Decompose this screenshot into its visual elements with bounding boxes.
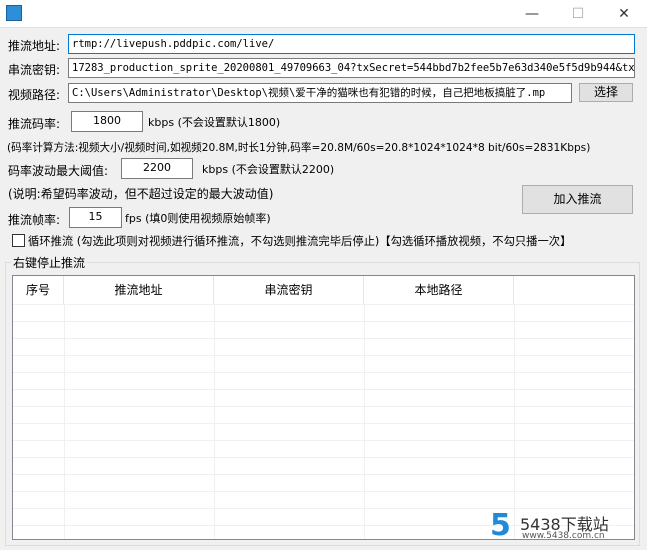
- max-bitrate-hint: kbps (不会设置默认2200): [202, 163, 335, 176]
- loop-checkbox[interactable]: [12, 234, 25, 247]
- minimize-button[interactable]: —: [509, 0, 555, 28]
- stream-key-label: 串流密钥:: [8, 63, 61, 77]
- column-header-index[interactable]: 序号: [13, 276, 64, 304]
- grid-row-line: [13, 508, 634, 509]
- fps-input[interactable]: 15: [69, 207, 122, 228]
- fps-hint: fps (填0则使用视频原始帧率): [125, 212, 271, 225]
- max-bitrate-input[interactable]: 2200: [121, 158, 193, 179]
- maximize-button[interactable]: ☐: [555, 0, 601, 28]
- bitrate-input[interactable]: 1800: [71, 111, 143, 132]
- watermark-logo: 5: [490, 508, 511, 543]
- choose-file-button[interactable]: 选择: [579, 83, 633, 102]
- loop-label: 循环推流 (勾选此项则对视频进行循环推流，不勾选则推流完毕后停止)【勾选循环播放…: [28, 235, 572, 248]
- grid-column-line: [514, 304, 515, 539]
- grid-row-line: [13, 372, 634, 373]
- column-header-push-url[interactable]: 推流地址: [64, 276, 214, 304]
- stream-list[interactable]: 序号 推流地址 串流密钥 本地路径: [12, 275, 635, 540]
- close-button[interactable]: ✕: [601, 0, 647, 28]
- grid-row-line: [13, 457, 634, 458]
- app-icon: [6, 5, 22, 21]
- grid-row-line: [13, 440, 634, 441]
- grid-row-line: [13, 304, 634, 305]
- grid-row-line: [13, 321, 634, 322]
- column-header-local-path[interactable]: 本地路径: [364, 276, 514, 304]
- max-bitrate-note: (说明:希望码率波动，但不超过设定的最大波动值): [8, 187, 274, 201]
- column-header-stream-key[interactable]: 串流密钥: [214, 276, 364, 304]
- grid-column-line: [364, 304, 365, 539]
- max-bitrate-label: 码率波动最大阈值:: [8, 164, 109, 178]
- grid-row-line: [13, 355, 634, 356]
- grid-row-line: [13, 338, 634, 339]
- grid-row-line: [13, 491, 634, 492]
- add-stream-button[interactable]: 加入推流: [522, 185, 633, 214]
- stream-key-input[interactable]: 17283_production_sprite_20200801_4970966…: [68, 58, 635, 78]
- watermark-url: www.5438.com.cn: [522, 531, 605, 541]
- push-url-label: 推流地址:: [8, 39, 61, 53]
- grid-row-line: [13, 423, 634, 424]
- bitrate-formula: (码率计算方法:视频大小/视频时间,如视频20.8M,时长1分钟,码率=20.8…: [7, 142, 591, 154]
- grid-row-line: [13, 474, 634, 475]
- bitrate-hint: kbps (不会设置默认1800): [148, 116, 281, 129]
- video-path-label: 视频路径:: [8, 88, 61, 102]
- bitrate-label: 推流码率:: [8, 117, 61, 131]
- grid-column-line: [64, 304, 65, 539]
- video-path-input[interactable]: C:\Users\Administrator\Desktop\视频\爱干净的猫咪…: [68, 83, 572, 103]
- group-title: 右键停止推流: [11, 254, 88, 271]
- grid-row-line: [13, 389, 634, 390]
- grid-row-line: [13, 406, 634, 407]
- grid-column-line: [214, 304, 215, 539]
- push-url-input[interactable]: rtmp://livepush.pddpic.com/live/: [68, 34, 635, 54]
- title-bar: — ☐ ✕: [0, 0, 647, 28]
- column-header-empty: [514, 276, 634, 304]
- fps-label: 推流帧率:: [8, 213, 61, 227]
